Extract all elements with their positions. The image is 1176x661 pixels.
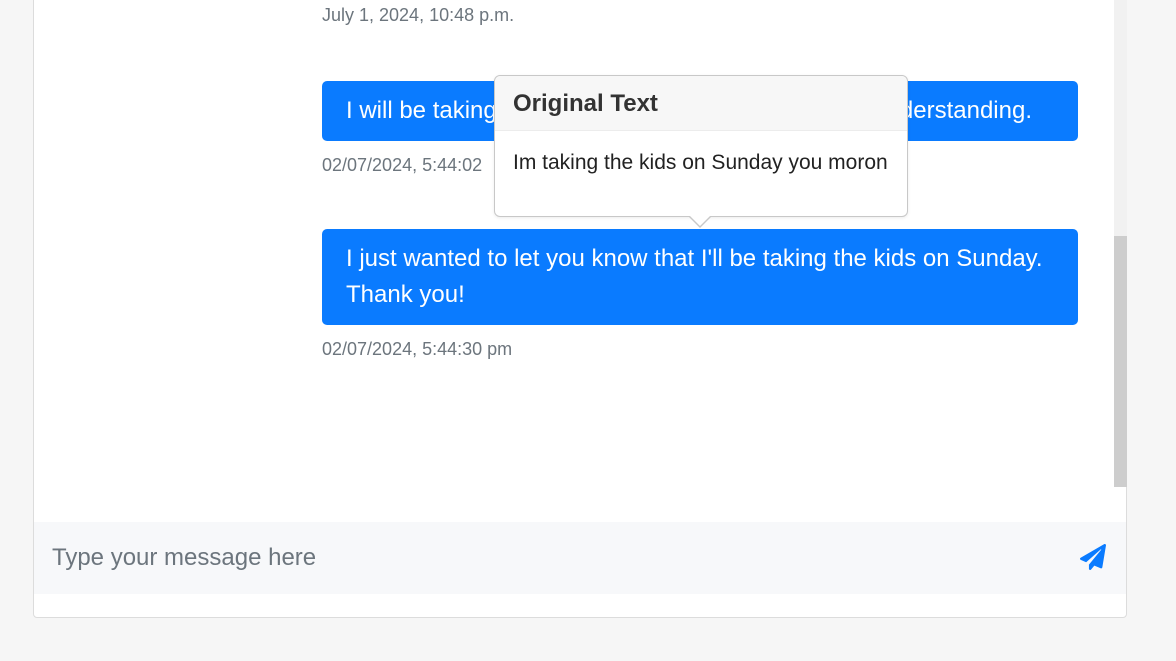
send-button[interactable] (1080, 543, 1106, 571)
popover-arrow-fill (689, 215, 711, 226)
original-text-popover: Original Text Im taking the kids on Sund… (494, 75, 908, 228)
chat-card: July 1, 2024, 10:48 p.m. I will be takin… (33, 0, 1127, 618)
scrollbar-track[interactable] (1114, 0, 1127, 487)
message-list[interactable]: July 1, 2024, 10:48 p.m. I will be takin… (34, 0, 1114, 518)
message-composer (34, 522, 1126, 594)
message-timestamp: 02/07/2024, 5:44:30 pm (322, 339, 513, 359)
popover-body: Im taking the kids on Sunday you moron (513, 151, 888, 174)
message-timestamp: July 1, 2024, 10:48 p.m. (322, 5, 515, 25)
message-text-end: derstanding. (899, 97, 1032, 124)
popover-title: Original Text (495, 76, 907, 131)
message-input[interactable] (52, 538, 1052, 578)
message-bubble[interactable]: I just wanted to let you know that I'll … (322, 229, 1078, 325)
message-text-start: I will be taking (346, 97, 497, 124)
paper-plane-icon (1080, 543, 1106, 571)
scrollbar-thumb[interactable] (1114, 236, 1127, 487)
message-timestamp: 02/07/2024, 5:44:02 (322, 155, 483, 175)
